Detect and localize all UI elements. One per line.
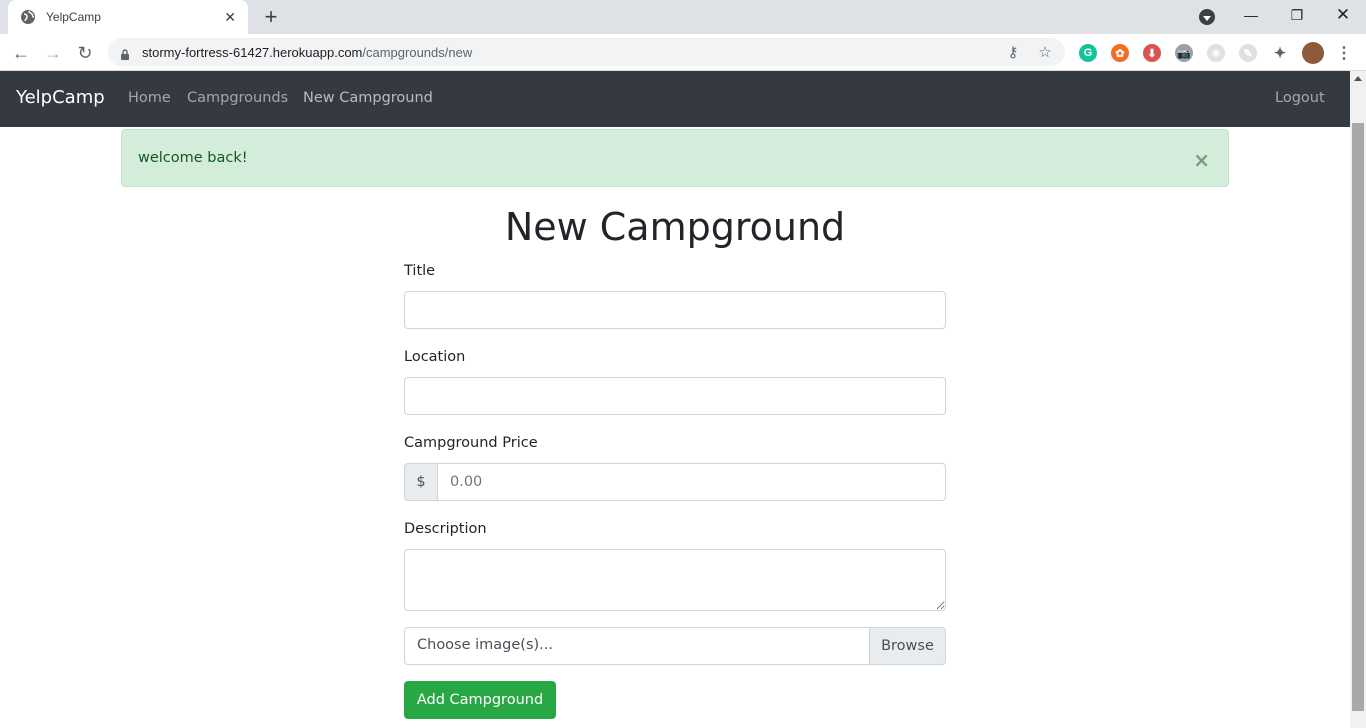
new-tab-button[interactable]: +	[258, 4, 284, 30]
browser-tab-strip: YelpCamp ✕ + — ❐ ✕	[0, 0, 1366, 34]
globe-icon	[20, 9, 36, 25]
scrollbar-thumb[interactable]	[1352, 123, 1364, 711]
site-navbar: YelpCamp Home Campgrounds New Campground…	[0, 71, 1350, 127]
url-text: stormy-fortress-61427.herokuapp.com/camp…	[142, 45, 1001, 60]
browser-toolbar: ← → ↻ stormy-fortress-61427.herokuapp.co…	[0, 34, 1366, 71]
address-bar[interactable]: stormy-fortress-61427.herokuapp.com/camp…	[108, 38, 1065, 66]
lock-icon	[120, 47, 130, 60]
add-campground-button[interactable]: Add Campground	[404, 681, 556, 719]
react-icon[interactable]: ⚛	[1207, 44, 1225, 62]
url-host: stormy-fortress-61427.herokuapp.com	[142, 44, 363, 60]
description-label: Description	[404, 521, 487, 537]
page-scrollbar[interactable]	[1350, 71, 1366, 728]
image-file-input[interactable]: Choose image(s)... Browse	[404, 627, 946, 665]
note-icon[interactable]: ✎	[1239, 44, 1257, 62]
nav-campgrounds-link[interactable]: Campgrounds	[187, 90, 288, 106]
tab-title: YelpCamp	[46, 10, 101, 24]
page-viewport: YelpCamp Home Campgrounds New Campground…	[0, 71, 1350, 728]
close-window-button[interactable]: ✕	[1320, 0, 1366, 30]
browser-tab[interactable]: YelpCamp ✕	[8, 0, 248, 34]
location-input[interactable]	[404, 377, 946, 415]
title-input[interactable]	[404, 291, 946, 329]
back-button[interactable]: ←	[8, 40, 34, 66]
forward-button[interactable]: →	[40, 40, 66, 66]
minimize-button[interactable]: —	[1228, 0, 1274, 30]
nav-new-campground-link[interactable]: New Campground	[303, 90, 433, 106]
scroll-up-arrow[interactable]	[1354, 76, 1362, 81]
page-title: New Campground	[504, 205, 846, 249]
alert-message: welcome back!	[138, 150, 248, 166]
price-input[interactable]	[437, 463, 946, 501]
camera-icon[interactable]: 📷	[1175, 44, 1193, 62]
extensions-puzzle-icon[interactable]: ✦	[1271, 44, 1289, 62]
star-icon[interactable]: ☆	[1033, 40, 1057, 64]
success-alert: welcome back! ×	[121, 129, 1229, 187]
download-icon[interactable]: ⬇	[1143, 44, 1161, 62]
price-label: Campground Price	[404, 435, 538, 451]
tab-search-icon[interactable]	[1199, 9, 1215, 25]
profile-avatar[interactable]	[1302, 42, 1324, 64]
file-input-label: Choose image(s)...	[417, 637, 554, 653]
logout-link[interactable]: Logout	[1275, 90, 1325, 106]
close-tab-icon[interactable]: ✕	[224, 9, 236, 26]
currency-prefix: $	[404, 463, 438, 501]
location-label: Location	[404, 349, 466, 365]
description-textarea[interactable]	[404, 549, 946, 611]
title-label: Title	[404, 263, 436, 279]
brand-link[interactable]: YelpCamp	[16, 87, 105, 108]
browse-button[interactable]: Browse	[869, 628, 945, 664]
restore-button[interactable]: ❐	[1274, 0, 1320, 30]
alert-close-icon[interactable]: ×	[1193, 148, 1210, 172]
grammarly-icon[interactable]: G	[1079, 44, 1097, 62]
reload-button[interactable]: ↻	[72, 40, 98, 66]
lifebuoy-icon[interactable]: ✿	[1111, 44, 1129, 62]
key-icon[interactable]: ⚷	[1001, 40, 1025, 64]
nav-home-link[interactable]: Home	[128, 90, 171, 106]
url-path: /campgrounds/new	[362, 44, 473, 60]
menu-kebab-icon[interactable]: ⋮	[1335, 44, 1353, 62]
